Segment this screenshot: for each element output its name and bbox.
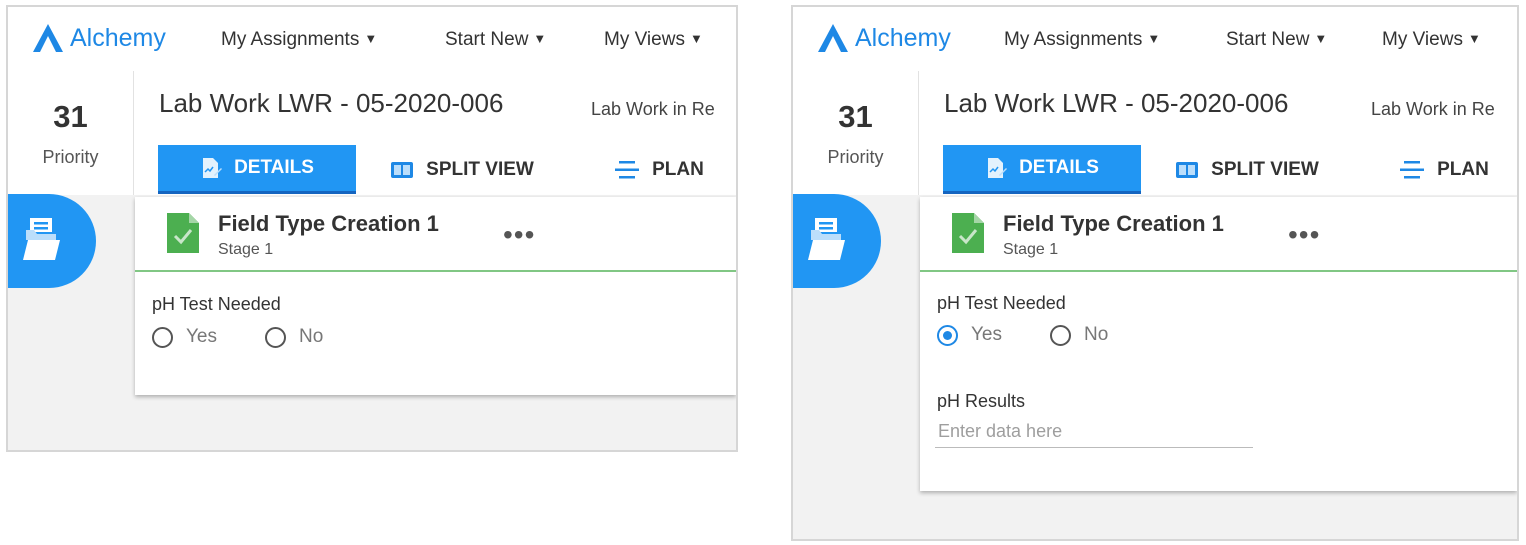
tab-split-view[interactable]: SPLIT VIEW: [382, 145, 542, 194]
tab-details[interactable]: DETAILS: [943, 145, 1141, 194]
chevron-down-icon: ▼: [689, 31, 703, 46]
screen-after: Alchemy My Assignments ▼ Start New ▼ My Vi…: [791, 5, 1519, 541]
tab-plan-label: PLAN: [652, 158, 704, 180]
nav-my-views[interactable]: My Views ▼: [1382, 29, 1481, 51]
checked-document-icon: [167, 213, 199, 253]
chevron-down-icon: ▼: [533, 31, 547, 46]
priority-value: 31: [53, 99, 88, 134]
nav-my-views-label: My Views: [604, 29, 685, 50]
tab-details[interactable]: DETAILS: [158, 145, 356, 194]
nav-my-assignments-label: My Assignments: [1004, 29, 1143, 50]
radio-yes-label: Yes: [186, 326, 217, 347]
radio-no-circle[interactable]: [265, 326, 286, 348]
split-view-icon: [391, 161, 414, 178]
ph-test-radio-group: Yes No: [152, 326, 402, 350]
open-folder-button[interactable]: [8, 194, 96, 288]
card-header: Field Type Creation 1 Stage 1 •••: [135, 197, 736, 272]
more-horizontal-icon[interactable]: •••: [1288, 219, 1320, 251]
field-card: Field Type Creation 1 Stage 1 ••• pH Tes…: [920, 197, 1517, 491]
nav-my-assignments[interactable]: My Assignments ▼: [1004, 29, 1160, 51]
record-subtitle: Lab Work in Re: [1371, 99, 1495, 119]
plan-lines-icon: [1400, 160, 1425, 178]
record-subtitle: Lab Work in Re: [591, 99, 715, 119]
chevron-down-icon: ▼: [1467, 31, 1481, 46]
record-header: Lab Work LWR - 05-2020-006 Lab Work in R…: [919, 71, 1517, 195]
brand-name: Alchemy: [855, 23, 951, 52]
plan-lines-icon: [615, 160, 640, 178]
alchemy-logo-icon: [33, 24, 63, 52]
nav-my-assignments[interactable]: My Assignments ▼: [221, 29, 377, 51]
chevron-down-icon: ▼: [1314, 31, 1328, 46]
chevron-down-icon: ▼: [364, 31, 378, 46]
radio-yes-circle[interactable]: [152, 326, 173, 348]
field-card: Field Type Creation 1 Stage 1 ••• pH Tes…: [135, 197, 736, 395]
card-stage: Stage 1: [1003, 241, 1059, 258]
radio-yes-label: Yes: [971, 324, 1002, 345]
card-title: Field Type Creation 1: [1003, 211, 1224, 236]
ph-results-label: pH Results: [937, 391, 1026, 411]
document-edit-icon: [203, 158, 223, 178]
card-stage: Stage 1: [218, 241, 274, 258]
radio-yes[interactable]: Yes: [152, 326, 217, 348]
tab-split-view-label: SPLIT VIEW: [426, 158, 534, 180]
priority-value: 31: [838, 99, 873, 134]
screen-before: Alchemy My Assignments ▼ Start New ▼ My Vi…: [6, 5, 738, 452]
nav-start-new[interactable]: Start New ▼: [445, 29, 546, 51]
nav-my-assignments-label: My Assignments: [221, 29, 360, 50]
card-title: Field Type Creation 1: [218, 211, 439, 236]
checked-document-icon: [952, 213, 984, 253]
nav-start-new-label: Start New: [1226, 29, 1310, 50]
alchemy-logo-icon: [818, 24, 848, 52]
ph-results-input[interactable]: [935, 416, 1253, 448]
open-folder-icon: [23, 218, 60, 260]
nav-my-views-label: My Views: [1382, 29, 1463, 50]
radio-yes[interactable]: Yes: [937, 324, 1002, 346]
priority-label: Priority: [827, 147, 884, 167]
more-horizontal-icon[interactable]: •••: [503, 219, 535, 251]
brand-name: Alchemy: [70, 23, 166, 52]
radio-yes-circle[interactable]: [937, 324, 958, 346]
brand-logo[interactable]: Alchemy: [32, 21, 166, 55]
priority-box: 31 Priority: [8, 71, 134, 195]
record-title: Lab Work LWR - 05-2020-006: [944, 88, 1289, 118]
radio-no-label: No: [1084, 324, 1109, 345]
top-navigation-bar: Alchemy My Assignments ▼ Start New ▼ My Vi…: [8, 7, 736, 72]
priority-label: Priority: [42, 147, 99, 167]
tab-plan[interactable]: PLAN: [1389, 145, 1499, 194]
radio-no[interactable]: No: [1050, 324, 1108, 346]
brand-logo[interactable]: Alchemy: [817, 21, 951, 55]
top-navigation-bar: Alchemy My Assignments ▼ Start New ▼ My Vi…: [793, 7, 1517, 72]
tab-details-label: DETAILS: [234, 157, 314, 178]
tab-details-label: DETAILS: [1019, 157, 1099, 178]
record-header: Lab Work LWR - 05-2020-006 Lab Work in R…: [134, 71, 736, 195]
open-folder-button[interactable]: [793, 194, 881, 288]
ph-test-label: pH Test Needed: [152, 294, 281, 314]
tab-plan-label: PLAN: [1437, 158, 1489, 180]
split-view-icon: [1176, 161, 1199, 178]
card-header: Field Type Creation 1 Stage 1 •••: [920, 197, 1517, 272]
tab-plan[interactable]: PLAN: [604, 145, 714, 194]
ph-test-label: pH Test Needed: [937, 293, 1066, 313]
open-folder-icon: [808, 218, 845, 260]
radio-no-circle[interactable]: [1050, 324, 1071, 346]
chevron-down-icon: ▼: [1147, 31, 1161, 46]
nav-start-new[interactable]: Start New ▼: [1226, 29, 1327, 51]
tab-split-view[interactable]: SPLIT VIEW: [1167, 145, 1327, 194]
priority-box: 31 Priority: [793, 71, 919, 195]
nav-my-views[interactable]: My Views ▼: [604, 29, 703, 51]
tab-split-view-label: SPLIT VIEW: [1211, 158, 1319, 180]
nav-start-new-label: Start New: [445, 29, 529, 50]
radio-no[interactable]: No: [265, 326, 323, 348]
record-title: Lab Work LWR - 05-2020-006: [159, 88, 504, 118]
document-edit-icon: [988, 158, 1008, 178]
radio-no-label: No: [299, 326, 324, 347]
ph-test-radio-group: Yes No: [937, 324, 1187, 348]
